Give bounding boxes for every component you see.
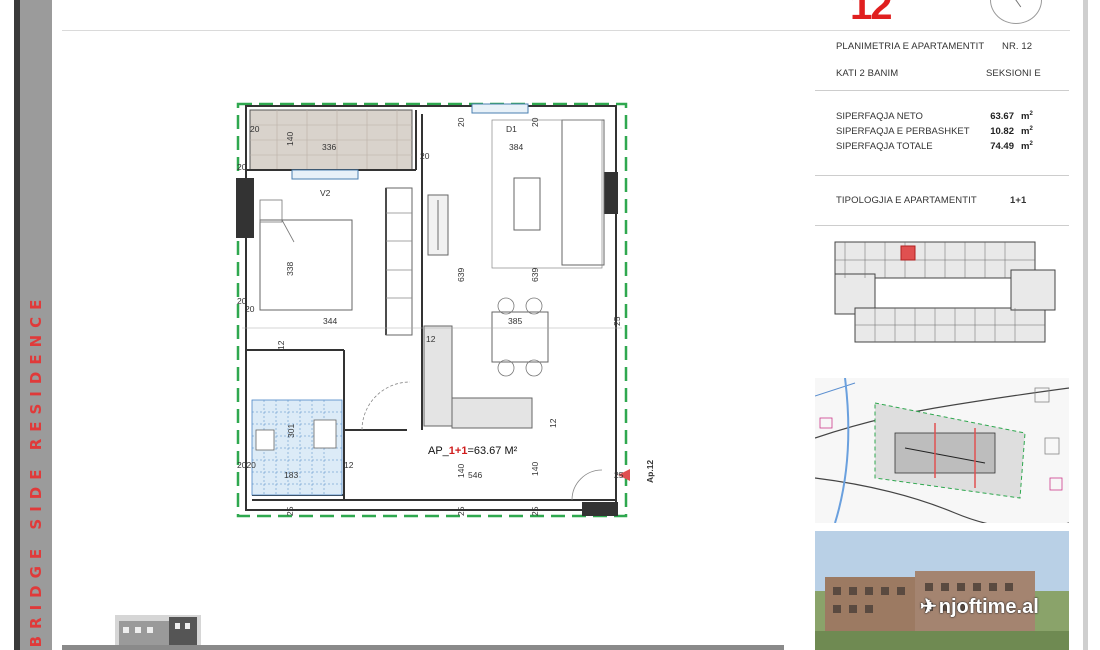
coffee-table — [513, 177, 541, 231]
door-swing-1 — [361, 381, 411, 431]
ap-type: 1+1 — [448, 445, 468, 457]
dim-label: 639 — [456, 267, 466, 282]
building-render-image — [815, 531, 1069, 650]
dim-label: 338 — [285, 261, 295, 276]
dim-label: D1 — [506, 124, 517, 134]
floor-plate-thumbnail — [815, 234, 1069, 358]
dim-label: 140 — [530, 461, 540, 476]
kitchen-counter-2 — [451, 397, 533, 429]
sofa — [561, 119, 605, 266]
ap-prefix: AP_ — [428, 445, 449, 457]
plan-number: NR. 12 — [1002, 41, 1033, 52]
column-right — [604, 172, 618, 214]
dim-label: 20 — [250, 124, 260, 134]
column-left — [236, 178, 254, 238]
brand-vertical-title: BRIDGE SIDE RESIDENCE — [27, 292, 45, 648]
nightstand — [259, 199, 283, 223]
entrance-arrow-label: Ap.12 — [645, 459, 655, 483]
typology-label: TIPOLOGJIA E APARTAMENTIT — [836, 195, 977, 206]
column-bottom-right — [582, 502, 618, 516]
bathroom-tiles — [251, 399, 343, 496]
floor-label: KATI 2 BANIM — [836, 68, 899, 79]
area-unit: m2 — [1021, 111, 1033, 123]
area-label-totale: SIPERFAQJA TOTALE — [836, 141, 933, 152]
dim-label: 25 — [530, 506, 540, 516]
apartment-big-number: 12 — [850, 0, 892, 28]
dim-label: 546 — [468, 470, 483, 480]
wardrobe — [385, 187, 413, 336]
site-plan-thumbnail — [815, 378, 1069, 523]
dim-label: 20 — [245, 304, 255, 314]
watermark: ✈ njoftime.al — [920, 594, 1039, 619]
dim-label: 639 — [530, 267, 540, 282]
dim-label: 25 — [614, 470, 624, 480]
dim-label: 12 — [344, 460, 354, 470]
dim-label: 12 — [548, 418, 558, 428]
plan-title: PLANIMETRIA E APARTAMENTIT — [836, 41, 985, 52]
section-label: SEKSIONI E — [986, 68, 1041, 79]
area-value-totale: 74.49 — [990, 141, 1014, 152]
dim-label: V2 — [320, 188, 331, 198]
dim-label: 20 — [456, 117, 466, 127]
dim-label: 140 — [285, 131, 295, 146]
dim-label: 384 — [509, 142, 524, 152]
typology-value: 1+1 — [1010, 195, 1027, 206]
area-value-neto: 63.67 — [990, 111, 1014, 122]
area-label-perbashket: SIPERFAQJA E PERBASHKET — [836, 126, 970, 137]
bed — [259, 219, 353, 311]
bottom-bar — [62, 645, 784, 650]
dim-label: 385 — [508, 316, 523, 326]
area-value-perbashket: 10.82 — [990, 126, 1014, 137]
info-divider — [815, 90, 1069, 91]
door-swing-2 — [571, 469, 603, 501]
floor-plan — [232, 100, 632, 522]
dim-label: 25 — [285, 506, 295, 516]
watermark-text: njoftime.al — [938, 596, 1039, 618]
building-render-thumbnail — [815, 531, 1069, 650]
dim-label: 12 — [426, 334, 436, 344]
dim-label: 12 — [276, 340, 286, 350]
info-divider — [815, 225, 1069, 226]
floor-plan-drawing — [236, 102, 630, 518]
plane-icon: ✈ — [920, 596, 937, 618]
dim-label: 20 — [420, 151, 430, 161]
info-divider — [815, 175, 1069, 176]
apartment-area-label: AP_1+1=63.67 M² — [428, 445, 517, 457]
ap-area: =63.67 M² — [467, 445, 518, 457]
dim-label: 20 — [530, 117, 540, 127]
site-plan-drawing — [815, 378, 1069, 523]
area-unit: m2 — [1021, 141, 1033, 153]
right-edge-strip — [1083, 0, 1088, 650]
top-divider — [62, 30, 1070, 31]
dim-label: 344 — [323, 316, 338, 326]
area-label-neto: SIPERFAQJA NETO — [836, 111, 923, 122]
floor-plate-drawing — [815, 234, 1069, 358]
dim-label: 301 — [286, 423, 296, 438]
dim-label: 25 — [456, 506, 466, 516]
dim-label: 140 — [456, 463, 466, 478]
window-d1 — [471, 103, 529, 114]
dim-label: 183 — [284, 470, 299, 480]
dim-label: 25 — [612, 316, 622, 326]
dim-label: 336 — [322, 142, 337, 152]
dim-label: 20 — [237, 162, 247, 172]
compass-icon — [990, 0, 1042, 24]
dim-label: 2020 — [237, 460, 256, 470]
area-unit: m2 — [1021, 126, 1033, 138]
window-v2 — [291, 169, 359, 180]
